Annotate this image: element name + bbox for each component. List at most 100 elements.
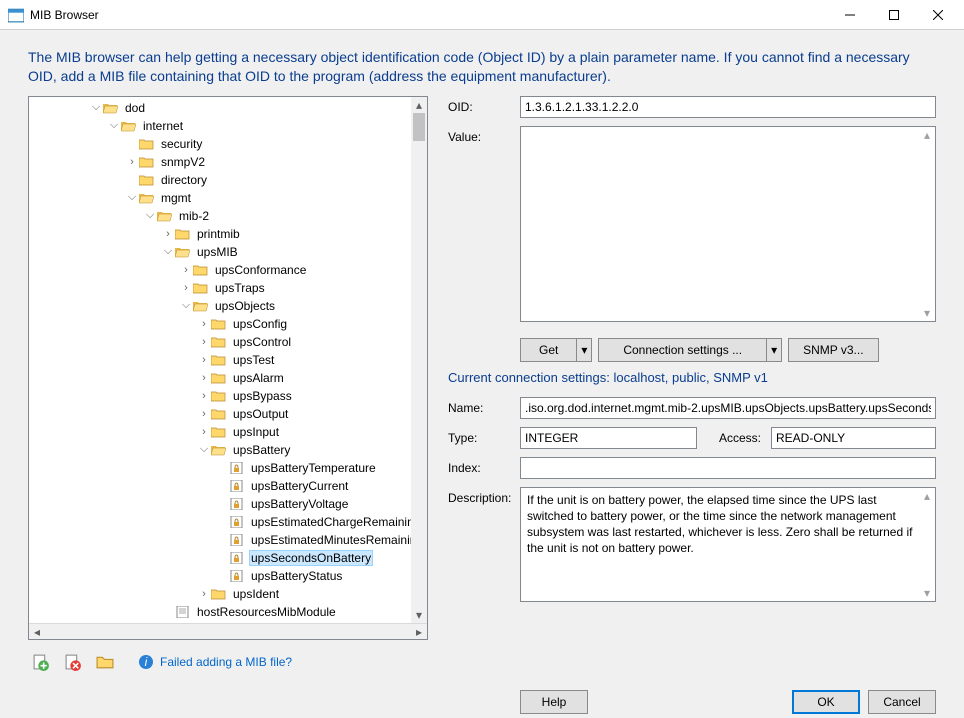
expand-toggle[interactable]: › — [197, 318, 211, 330]
tree-leaf[interactable]: upsEstimatedMinutesRemainir — [249, 533, 416, 547]
tree-node[interactable]: upsConfig — [231, 317, 289, 331]
access-field[interactable] — [771, 427, 936, 449]
expand-toggle[interactable]: › — [125, 156, 139, 168]
help-link-text: Failed adding a MIB file? — [160, 655, 292, 669]
scroll-up-arrow-icon[interactable]: ▴ — [919, 127, 935, 143]
tree-node[interactable]: internet — [141, 119, 185, 133]
value-label: Value: — [448, 126, 520, 144]
tree-vertical-scrollbar[interactable]: ▴ ▾ — [411, 97, 427, 623]
tree-leaf[interactable]: upsEstimatedChargeRemainin — [249, 515, 416, 529]
scroll-up-arrow-icon[interactable]: ▴ — [411, 97, 427, 113]
tree-leaf[interactable]: upsBatteryStatus — [249, 569, 344, 583]
remove-mib-button[interactable] — [64, 653, 82, 671]
scroll-down-arrow-icon[interactable]: ▾ — [919, 585, 935, 601]
get-button-main[interactable]: Get — [520, 338, 577, 362]
connection-status: Current connection settings: localhost, … — [448, 370, 936, 385]
expand-toggle[interactable]: › — [179, 264, 193, 276]
get-button-dropdown[interactable]: ▾ — [576, 338, 592, 362]
expand-toggle[interactable]: › — [197, 426, 211, 438]
maximize-button[interactable] — [872, 1, 916, 29]
tree-node[interactable]: upsConformance — [213, 263, 308, 277]
scroll-up-arrow-icon[interactable]: ▴ — [919, 488, 935, 504]
tree-node[interactable]: security — [159, 137, 204, 151]
scroll-right-arrow-icon[interactable]: ▸ — [411, 624, 427, 640]
expand-toggle[interactable]: ⌵ — [197, 443, 211, 456]
connection-settings-button[interactable]: Connection settings ... ▾ — [598, 338, 782, 362]
folder-open-icon — [121, 119, 137, 133]
tree-leaf[interactable]: upsBatteryVoltage — [249, 497, 350, 511]
expand-toggle[interactable]: › — [197, 408, 211, 420]
scroll-down-arrow-icon[interactable]: ▾ — [919, 305, 935, 321]
tree-node[interactable]: mgmt — [159, 191, 193, 205]
tree-node[interactable]: dod — [123, 101, 147, 115]
tree-leaf[interactable]: upsBatteryCurrent — [249, 479, 350, 493]
open-folder-button[interactable] — [96, 653, 114, 671]
expand-toggle[interactable]: ⌵ — [107, 119, 121, 132]
tree-node[interactable]: upsBattery — [231, 443, 292, 457]
expand-toggle[interactable]: › — [197, 354, 211, 366]
mib-tree[interactable]: ⌵dod ⌵internet security ›snmpV2 director… — [28, 96, 428, 640]
folder-open-icon — [103, 101, 119, 115]
tree-node[interactable]: upsMIB — [195, 245, 240, 259]
connection-settings-main[interactable]: Connection settings ... — [598, 338, 767, 362]
name-field[interactable] — [520, 397, 936, 419]
tree-node[interactable]: directory — [159, 173, 209, 187]
tree-node[interactable]: snmpV2 — [159, 155, 207, 169]
tree-node[interactable]: upsBypass — [231, 389, 294, 403]
tree-leaf[interactable]: upsBatteryTemperature — [249, 461, 378, 475]
expand-toggle[interactable]: ⌵ — [125, 191, 139, 204]
description-textarea[interactable]: If the unit is on battery power, the ela… — [520, 487, 936, 602]
failed-adding-mib-link[interactable]: Failed adding a MIB file? — [138, 654, 292, 670]
value-textarea[interactable]: ▴▾ — [520, 126, 936, 322]
folder-icon — [211, 425, 227, 439]
app-icon — [8, 7, 24, 23]
folder-open-icon — [157, 209, 173, 223]
tree-node[interactable]: printmib — [195, 227, 242, 241]
folder-open-icon — [193, 299, 209, 313]
expand-toggle[interactable]: ⌵ — [143, 209, 157, 222]
expand-toggle[interactable]: ⌵ — [179, 299, 193, 312]
description-label: Description: — [448, 487, 520, 505]
connection-settings-dropdown[interactable]: ▾ — [766, 338, 782, 362]
tree-node[interactable]: upsTraps — [213, 281, 267, 295]
tree-leaf-selected[interactable]: upsSecondsOnBattery — [249, 550, 373, 566]
leaf-readonly-icon — [229, 569, 245, 583]
tree-leaf[interactable]: hostResourcesMibModule — [195, 605, 338, 619]
tree-node[interactable]: upsTest — [231, 353, 276, 367]
expand-toggle[interactable]: › — [161, 228, 175, 240]
expand-toggle[interactable]: ⌵ — [89, 101, 103, 114]
help-button[interactable]: Help — [520, 690, 588, 714]
tree-node[interactable]: upsIdent — [231, 587, 281, 601]
tree-horizontal-scrollbar[interactable]: ◂ ▸ — [29, 623, 427, 639]
ok-button[interactable]: OK — [792, 690, 860, 714]
scroll-down-arrow-icon[interactable]: ▾ — [411, 607, 427, 623]
get-button[interactable]: Get ▾ — [520, 338, 592, 362]
scroll-thumb[interactable] — [413, 113, 425, 141]
tree-node[interactable]: upsControl — [231, 335, 293, 349]
expand-toggle[interactable]: › — [179, 282, 193, 294]
scroll-left-arrow-icon[interactable]: ◂ — [29, 624, 45, 640]
tree-node[interactable]: upsOutput — [231, 407, 290, 421]
add-mib-button[interactable] — [32, 653, 50, 671]
minimize-button[interactable] — [828, 1, 872, 29]
info-icon — [138, 654, 154, 670]
type-field[interactable] — [520, 427, 697, 449]
tree-node[interactable]: upsObjects — [213, 299, 277, 313]
oid-label: OID: — [448, 96, 520, 114]
leaf-readonly-icon — [229, 551, 245, 565]
cancel-button[interactable]: Cancel — [868, 690, 936, 714]
expand-toggle[interactable]: › — [197, 372, 211, 384]
oid-input[interactable] — [520, 96, 936, 118]
tree-node[interactable]: upsInput — [231, 425, 281, 439]
expand-toggle[interactable]: › — [197, 588, 211, 600]
expand-toggle[interactable]: › — [197, 336, 211, 348]
tree-node[interactable]: mib-2 — [177, 209, 211, 223]
tree-node[interactable]: upsAlarm — [231, 371, 286, 385]
snmp-v3-button[interactable]: SNMP v3... — [788, 338, 878, 362]
close-button[interactable] — [916, 1, 960, 29]
expand-toggle[interactable]: › — [197, 390, 211, 402]
folder-open-icon — [175, 245, 191, 259]
index-field[interactable] — [520, 457, 936, 479]
folder-open-icon — [211, 443, 227, 457]
expand-toggle[interactable]: ⌵ — [161, 245, 175, 258]
